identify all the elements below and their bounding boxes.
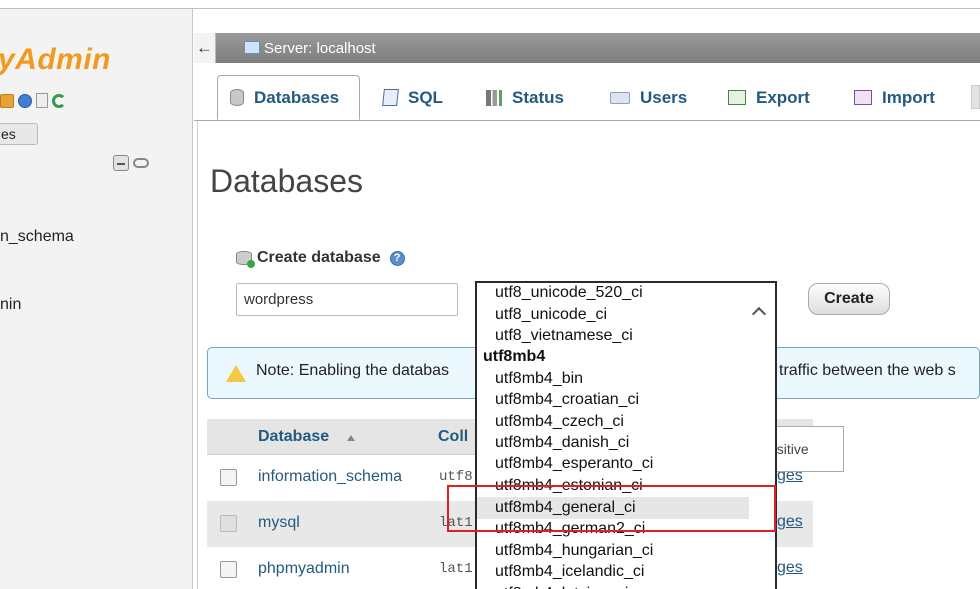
nav-db-item[interactable]: n_schema (0, 228, 74, 246)
database-icon (230, 89, 244, 106)
tab-label: Import (882, 87, 935, 107)
column-header-database[interactable]: Database (258, 428, 329, 446)
nav-tree-controls (113, 155, 149, 171)
tab-more[interactable] (971, 85, 980, 109)
tab-import[interactable]: Import (850, 75, 935, 120)
export-icon (728, 90, 746, 105)
page-title: Databases (210, 163, 363, 199)
database-link[interactable]: mysql (258, 514, 300, 532)
top-menu-tabs: Databases SQL Status Users Export Import (194, 63, 980, 121)
note-text-continued: traffic between the web s (779, 362, 956, 379)
collapse-all-icon[interactable] (113, 155, 129, 171)
collation-option[interactable]: utf8_unicode_ci (495, 306, 607, 324)
status-icon (486, 89, 502, 106)
scroll-up-chevron-icon[interactable] (752, 305, 766, 319)
collation-group-label: utf8mb4 (483, 348, 546, 365)
tab-status[interactable]: Status (482, 75, 564, 120)
collation-option[interactable]: utf8mb4_danish_ci (495, 434, 629, 452)
server-breadcrumb[interactable]: Server: localhost (264, 40, 376, 57)
server-icon (244, 41, 260, 54)
tab-label: SQL (408, 87, 443, 107)
warning-icon (226, 365, 246, 382)
collation-option[interactable]: utf8mb4_latvian_ci (495, 585, 628, 589)
collation-option[interactable]: utf8_vietnamese_ci (495, 327, 633, 345)
database-collation: lat1 (439, 561, 473, 577)
documentation-icon[interactable] (36, 93, 48, 108)
check-privileges-link[interactable]: ges (777, 513, 803, 531)
annotation-highlight-box (447, 485, 776, 532)
nav-recent-tab[interactable]: es (0, 123, 38, 145)
users-icon (610, 91, 630, 104)
create-database-label: Create database (257, 249, 381, 266)
tab-label: Status (512, 87, 564, 107)
tab-export[interactable]: Export (724, 75, 810, 120)
create-button[interactable]: Create (808, 283, 890, 315)
check-privileges-link[interactable]: ges (777, 559, 803, 577)
database-link[interactable]: phpmyadmin (258, 560, 350, 578)
tab-label: Databases (254, 87, 340, 107)
sort-ascending-icon[interactable] (347, 435, 355, 441)
help-icon[interactable]: ? (389, 250, 405, 266)
collation-option[interactable]: utf8mb4_croatian_ci (495, 391, 639, 409)
content-divider (197, 121, 198, 589)
reload-icon[interactable] (52, 93, 66, 108)
column-header-collation[interactable]: Coll (438, 428, 478, 446)
database-link[interactable]: information_schema (258, 468, 402, 486)
collation-option[interactable]: utf8mb4_esperanto_ci (495, 455, 653, 473)
link-icon[interactable] (133, 158, 149, 168)
nav-quick-icons (0, 93, 66, 108)
tab-sql[interactable]: SQL (379, 75, 443, 120)
note-text: Note: Enabling the databas (256, 362, 450, 379)
collation-option[interactable]: utf8mb4_icelandic_ci (495, 563, 644, 581)
collation-option[interactable]: utf8_unicode_520_ci (495, 284, 643, 302)
collation-option[interactable]: utf8mb4_hungarian_ci (495, 542, 653, 560)
navigation-panel: yAdmin es n_schema nin (0, 9, 193, 589)
help-circle-icon[interactable] (18, 93, 32, 108)
create-database-heading: Create database ? (236, 249, 405, 268)
collation-dropdown-list[interactable]: utf8_unicode_520_ci utf8_unicode_ci utf8… (475, 281, 777, 589)
server-breadcrumb-bar: ← Server: localhost (194, 33, 980, 63)
database-name-input[interactable] (236, 283, 458, 316)
import-icon (854, 90, 872, 105)
phpmyadmin-logo[interactable]: yAdmin (0, 43, 111, 77)
tab-users[interactable]: Users (606, 75, 687, 120)
row-checkbox[interactable] (220, 469, 237, 486)
tab-label: Export (756, 87, 810, 107)
tab-label: Users (640, 87, 688, 107)
create-database-icon (236, 251, 255, 268)
tab-databases[interactable]: Databases (217, 75, 360, 120)
row-checkbox[interactable] (220, 515, 237, 532)
nav-db-item[interactable]: nin (0, 296, 21, 314)
collapse-nav-icon[interactable]: ← (194, 33, 216, 63)
home-icon[interactable] (0, 93, 14, 108)
collation-option[interactable]: utf8mb4_czech_ci (495, 413, 624, 431)
row-checkbox[interactable] (220, 561, 237, 578)
collation-option[interactable]: utf8mb4_bin (495, 370, 583, 388)
sql-icon (382, 89, 399, 106)
database-collation: utf8 (439, 469, 473, 485)
